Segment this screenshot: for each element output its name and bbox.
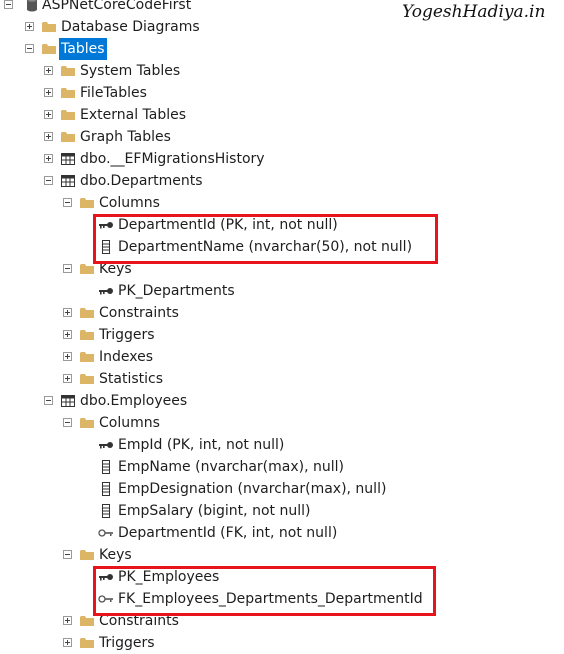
tree-node-label: Columns <box>99 195 160 211</box>
collapse-toggle[interactable] <box>25 44 34 53</box>
collapse-toggle[interactable] <box>63 264 72 273</box>
collapse-toggle[interactable] <box>44 396 53 405</box>
collapse-toggle[interactable] <box>4 0 13 9</box>
expand-toggle[interactable] <box>44 110 53 119</box>
tree-node-label: EmpId (PK, int, not null) <box>118 437 285 453</box>
expand-toggle[interactable] <box>44 132 53 141</box>
table-icon <box>61 153 75 165</box>
object-explorer-tree: ASPNetCoreCodeFirst Database Diagrams Ta… <box>0 0 564 651</box>
folder-icon <box>80 308 94 318</box>
tree-node-label: dbo.Departments <box>80 173 203 189</box>
expand-toggle[interactable] <box>63 330 72 339</box>
tree-node-label: EmpDesignation (nvarchar(max), null) <box>118 481 387 497</box>
foreign-key-icon <box>98 529 113 537</box>
folder-icon <box>80 198 94 208</box>
folder-icon <box>61 110 75 120</box>
tree-node-label: FileTables <box>80 85 147 101</box>
folder-icon <box>80 418 94 428</box>
tree-node-label: Constraints <box>99 305 179 321</box>
column-icon <box>102 460 110 474</box>
folder-icon <box>80 374 94 384</box>
tree-node-label: Tables <box>59 38 107 60</box>
table-icon <box>61 175 75 187</box>
expand-toggle[interactable] <box>63 308 72 317</box>
tree-node-label: Columns <box>99 415 160 431</box>
tree-node-label: Triggers <box>99 635 155 651</box>
folder-icon <box>61 132 75 142</box>
folder-icon <box>80 638 94 648</box>
collapse-toggle[interactable] <box>44 176 53 185</box>
watermark: YogeshHadiya.in <box>402 2 546 22</box>
folder-icon <box>80 352 94 362</box>
tree-node-label: dbo.Employees <box>80 393 188 409</box>
tree-node-label: ASPNetCoreCodeFirst <box>42 0 192 13</box>
tree-node-label: Graph Tables <box>80 129 171 145</box>
primary-key-icon <box>99 442 113 449</box>
tree-node-label: Statistics <box>99 371 163 387</box>
folder-icon <box>80 330 94 340</box>
expand-toggle[interactable] <box>25 22 34 31</box>
table-icon <box>61 395 75 407</box>
folder-icon <box>42 44 56 54</box>
folder-icon <box>80 550 94 560</box>
expand-toggle[interactable] <box>44 88 53 97</box>
collapse-toggle[interactable] <box>63 550 72 559</box>
folder-icon <box>61 88 75 98</box>
tree-node-label: dbo.__EFMigrationsHistory <box>80 151 265 167</box>
tree-node-label: PK_Departments <box>118 283 235 299</box>
tree-node-label: Keys <box>99 547 132 563</box>
tree-node-label: Database Diagrams <box>61 19 200 35</box>
tree-node-label: EmpName (nvarchar(max), null) <box>118 459 344 475</box>
column-icon <box>102 482 110 496</box>
folder-icon <box>42 22 56 32</box>
primary-key-icon <box>99 288 113 295</box>
expand-toggle[interactable] <box>63 616 72 625</box>
tree-node-label: Indexes <box>99 349 154 365</box>
tree-node-label: EmpSalary (bigint, not null) <box>118 503 311 519</box>
column-icon <box>102 504 110 518</box>
highlight-box-employees-keys <box>93 566 436 616</box>
collapse-toggle[interactable] <box>63 418 72 427</box>
database-icon <box>27 0 37 12</box>
tree-node-label: DepartmentId (FK, int, not null) <box>118 525 338 541</box>
tree-node-label: Triggers <box>99 327 155 343</box>
expand-toggle[interactable] <box>63 352 72 361</box>
tree-node-label: System Tables <box>80 63 181 79</box>
expand-toggle[interactable] <box>44 66 53 75</box>
expand-toggle[interactable] <box>63 374 72 383</box>
expand-toggle[interactable] <box>44 154 53 163</box>
expand-toggle[interactable] <box>63 638 72 647</box>
highlight-box-departments-columns <box>93 214 438 264</box>
collapse-toggle[interactable] <box>63 198 72 207</box>
folder-icon <box>61 66 75 76</box>
tree-node-label: External Tables <box>80 107 187 123</box>
